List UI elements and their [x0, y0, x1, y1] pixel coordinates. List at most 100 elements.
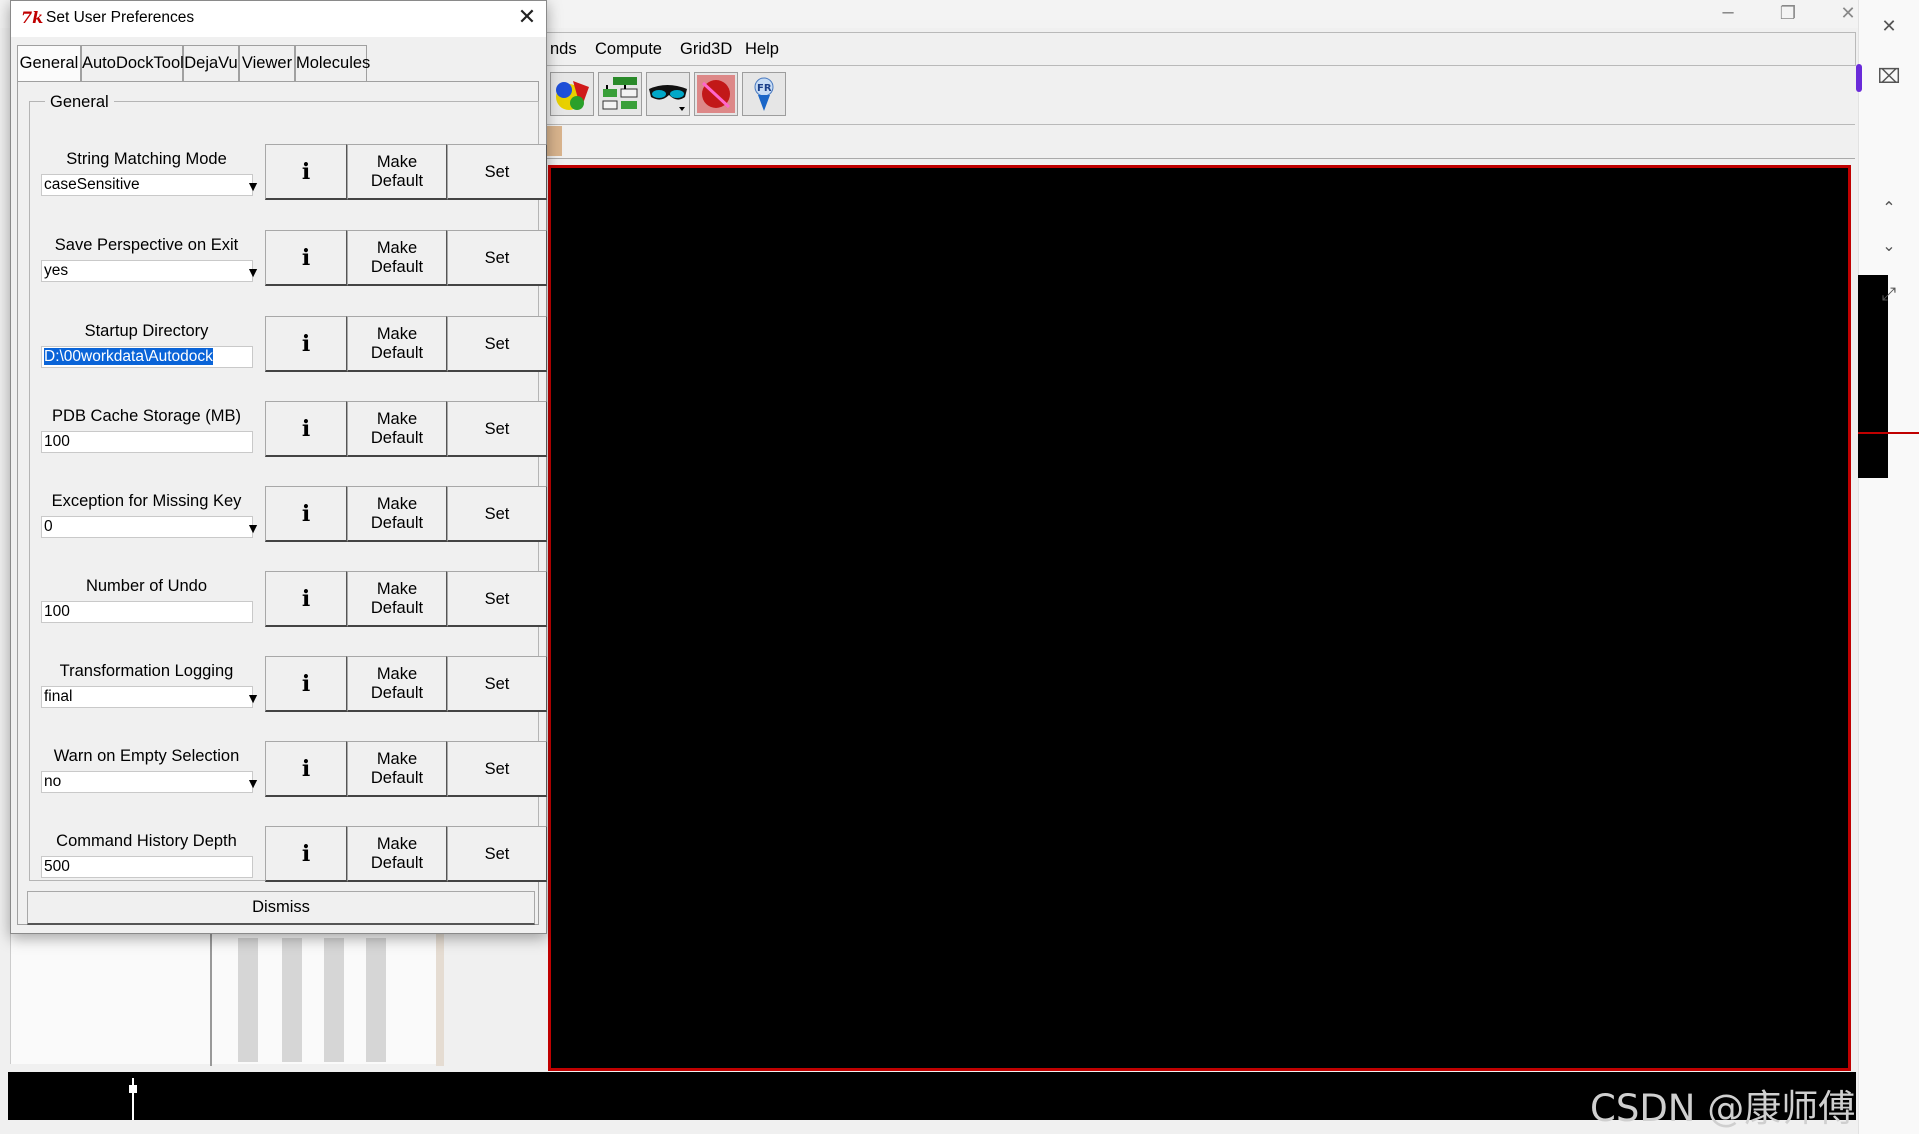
button-label: Default [370, 514, 424, 532]
dialog-titlebar[interactable]: 7k Set User Preferences ✕ [11, 1, 546, 37]
set-button[interactable]: Set [447, 144, 547, 200]
set-button[interactable]: Set [447, 826, 547, 882]
menu-help[interactable]: Help [745, 40, 779, 59]
accent-marker [1856, 64, 1862, 92]
pref-entry-field[interactable]: 500 [41, 856, 253, 878]
close-icon[interactable]: ✕ [511, 3, 543, 35]
info-button[interactable]: i [265, 741, 347, 797]
3d-viewer-canvas[interactable] [548, 165, 1851, 1071]
maximize-icon[interactable]: ❐ [1760, 2, 1816, 28]
make-default-button[interactable]: Make Default [347, 316, 447, 372]
pref-combo-field[interactable]: 0 [41, 516, 253, 538]
tab-viewer[interactable]: Viewer [239, 45, 295, 81]
button-label: Make [376, 325, 418, 343]
make-default-button[interactable]: Make Default [347, 401, 447, 457]
info-button[interactable]: i [265, 826, 347, 882]
dropdown-arrow-icon[interactable]: ▼ [243, 518, 263, 538]
make-default-button[interactable]: Make Default [347, 741, 447, 797]
pref-row-pdb-cache-storage: PDB Cache Storage (MB) 100 i Make Default… [29, 401, 547, 479]
dismiss-button[interactable]: Dismiss [27, 891, 535, 925]
info-button[interactable]: i [265, 230, 347, 286]
pref-combo-field[interactable]: caseSensitive [41, 174, 253, 196]
pref-label: Exception for Missing Key [51, 492, 242, 510]
chevron-up-icon[interactable]: ⌃ [1866, 198, 1912, 217]
set-button[interactable]: Set [447, 486, 547, 542]
set-button[interactable]: Set [447, 316, 547, 372]
tab-molecules[interactable]: Molecules [295, 45, 370, 81]
pref-label: PDB Cache Storage (MB) [52, 407, 241, 425]
panel-divider [210, 932, 212, 1066]
pref-label: Number of Undo [85, 577, 208, 595]
pref-combo-field[interactable]: no [41, 771, 253, 793]
pref-combo-field[interactable]: yes [41, 260, 253, 282]
make-default-button[interactable]: Make Default [347, 230, 447, 286]
stereo-glasses-icon[interactable] [646, 72, 690, 116]
button-label: Make [376, 665, 418, 683]
panel-stripe [238, 938, 258, 1062]
molecule-color-icon[interactable] [550, 72, 594, 116]
main-menubar: nds Compute Grid3D Help [540, 32, 1856, 66]
pref-row-exception-missing-key: Exception for Missing Key 0 ▼ i Make Defa… [29, 486, 547, 564]
button-label: Default [370, 684, 424, 702]
minimize-icon[interactable]: ─ [1700, 2, 1756, 28]
dropdown-arrow-icon[interactable]: ▼ [243, 262, 263, 282]
pref-entry-field[interactable]: 100 [41, 431, 253, 453]
group-title: General [45, 93, 114, 112]
panel-stripe [324, 938, 344, 1062]
dropdown-arrow-icon[interactable]: ▼ [243, 688, 263, 708]
make-default-button[interactable]: Make Default [347, 144, 447, 200]
set-button[interactable]: Set [447, 741, 547, 797]
close-icon[interactable]: ✕ [1866, 16, 1912, 37]
pref-row-string-matching-mode: String Matching Mode caseSensitive ▼ i M… [29, 144, 547, 222]
right-side-pane [1858, 0, 1919, 1134]
button-label: Make [376, 410, 418, 428]
svg-text:FR: FR [757, 83, 772, 94]
pref-row-save-perspective: Save Perspective on Exit yes ▼ i Make Def… [29, 230, 547, 308]
info-button[interactable]: i [265, 316, 347, 372]
pref-entry-field[interactable]: 100 [41, 601, 253, 623]
set-button[interactable]: Set [447, 230, 547, 286]
pref-label: Startup Directory [84, 322, 209, 340]
info-button[interactable]: i [265, 401, 347, 457]
pref-entry-field[interactable]: D:\00workdata\Autodock [41, 346, 253, 368]
menu-grid3d[interactable]: Grid3D [680, 40, 732, 59]
make-default-button[interactable]: Make Default [347, 656, 447, 712]
pref-label: Warn on Empty Selection [53, 747, 240, 765]
preferences-dialog: 7k Set User Preferences ✕ General AutoDo… [10, 0, 547, 934]
dropdown-arrow-icon[interactable]: ▼ [243, 773, 263, 793]
preview-line [1858, 432, 1919, 434]
pref-combo-field[interactable]: final [41, 686, 253, 708]
button-label: Make [376, 835, 418, 853]
set-button[interactable]: Set [447, 401, 547, 457]
red-volume-icon[interactable] [694, 72, 738, 116]
button-label: Make [376, 750, 418, 768]
tab-general[interactable]: General [17, 45, 81, 83]
info-button[interactable]: i [265, 486, 347, 542]
make-default-button[interactable]: Make Default [347, 571, 447, 627]
expand-icon[interactable]: ⤢ [1866, 284, 1912, 305]
button-label: Make [376, 495, 418, 513]
info-button[interactable]: i [265, 571, 347, 627]
pref-label: Command History Depth [56, 832, 237, 850]
chevron-down-icon[interactable]: ⌄ [1866, 236, 1912, 255]
set-button[interactable]: Set [447, 656, 547, 712]
make-default-button[interactable]: Make Default [347, 826, 447, 882]
chat-pin-icon[interactable]: ⌧ [1866, 64, 1912, 88]
button-label: Default [370, 854, 424, 872]
tab-dejavu[interactable]: DejaVu [183, 45, 239, 81]
button-label: Make [376, 580, 418, 598]
info-button[interactable]: i [265, 656, 347, 712]
preview-thumbnail [1858, 275, 1888, 478]
make-default-button[interactable]: Make Default [347, 486, 447, 542]
fr-rocket-icon[interactable]: FR [742, 72, 786, 116]
pref-row-warn-empty-selection: Warn on Empty Selection no ▼ i Make Defau… [29, 741, 547, 819]
set-button[interactable]: Set [447, 571, 547, 627]
info-button[interactable]: i [265, 144, 347, 200]
tab-autodocktools[interactable]: AutoDockTools [81, 45, 192, 81]
menu-commands[interactable]: nds [550, 40, 577, 59]
grid-layout-icon[interactable] [598, 72, 642, 116]
panel-stripe [282, 938, 302, 1062]
dropdown-arrow-icon[interactable]: ▼ [243, 176, 263, 196]
command-line-bar[interactable] [8, 1072, 1856, 1120]
menu-compute[interactable]: Compute [595, 40, 662, 59]
